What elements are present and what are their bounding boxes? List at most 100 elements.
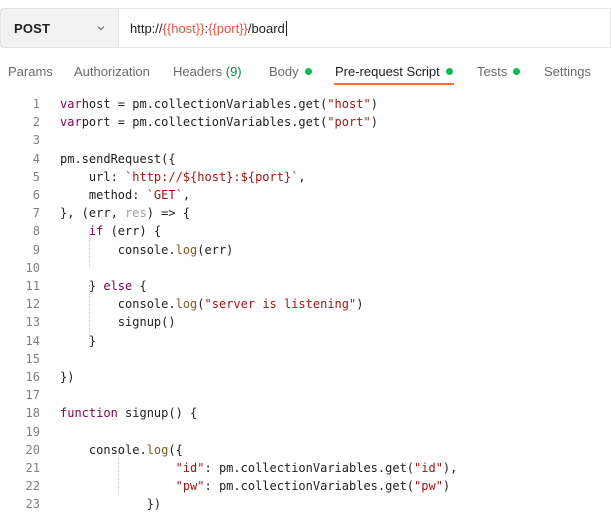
code-token: ({ [168,442,183,457]
code-token: (err) { [103,224,162,239]
tab-tests[interactable]: Tests [477,64,521,79]
status-dot-icon [304,68,312,75]
tab-label: Authorization [74,64,150,79]
code-token: }) [60,370,75,384]
code-line: console.log(err) [60,242,234,257]
status-dot-icon [513,68,521,75]
line-number: 21 [25,461,40,475]
code-token: "pw" [175,479,205,494]
code-line: } [60,334,96,348]
method-label: POST [14,21,51,36]
line-number: 7 [32,206,40,221]
tab-label: Body [269,64,299,79]
line-number: 13 [25,315,40,330]
line-number: 15 [25,351,40,366]
code-line: pm.sendRequest({ [60,152,176,166]
code-token: , [298,169,306,184]
line-number: 18 [25,406,40,421]
code-line: if (err) { [60,224,161,238]
code-token: ) [370,115,378,130]
url-input[interactable]: http://{{host}}:{{port}}/board [118,8,611,48]
code-line: function signup() { [60,406,197,420]
tab-body[interactable]: Body [269,64,312,79]
code-token: port = pm.collectionVariables.get( [81,115,328,130]
active-tab-indicator [334,83,454,85]
code-token: `GET` [146,188,183,202]
code-line: varport = pm.collectionVariables.get("po… [60,115,378,129]
code-token: `http://${host}:${port}` [125,169,299,184]
tab-settings[interactable]: Settings [544,64,591,79]
script-editor[interactable]: 1 varhost = pm.collectionVariables.get("h… [0,94,611,517]
url-variable: {{host}} [162,21,205,36]
code-line: url: `http://${host}:${port}`, [60,170,306,184]
chevron-down-icon [97,26,105,31]
code-token: (err) [197,242,234,257]
line-number: 11 [25,279,40,293]
code-token: var [60,115,82,130]
code-line: }) [60,497,161,511]
line-number: 10 [25,260,40,275]
code-token: host = pm.collectionVariables.get( [81,97,328,111]
url-text: http://{{host}}:{{port}}/board [130,21,287,36]
line-number: 16 [25,370,40,384]
code-line: signup() [60,315,176,329]
code-token: ) [356,297,364,312]
line-number: 22 [25,479,40,494]
code-token: } [60,333,97,348]
code-token: console. [60,297,176,312]
line-number: 5 [32,169,40,184]
code-token: "pw" [414,479,443,494]
code-token: "server is listening" [204,297,357,312]
tab-label: Headers [173,64,223,79]
code-token: log [175,297,198,312]
code-line: "id": pm.collectionVariables.get("id"), [60,461,458,475]
code-token: signup() { [117,406,198,421]
code-token: ( [197,297,205,312]
code-token: pm.sendRequest({ [60,151,176,166]
line-number: 9 [32,242,40,257]
line-number: 23 [25,497,40,512]
tab-params[interactable]: Params [8,64,53,79]
code-token: , [182,188,191,202]
code-token: console. [60,442,147,457]
tab-authorization[interactable]: Authorization [74,64,150,79]
code-line: console.log("server is listening") [60,297,364,312]
code-line: method: `GET`, [60,188,190,202]
text-caret [285,21,287,36]
code-token: function [60,406,118,421]
code-token: } [60,279,104,293]
tab-pre-request-script[interactable]: Pre-request Script [335,64,453,79]
tab-count-badge: (9) [222,64,242,79]
code-line: varhost = pm.collectionVariables.get("ho… [60,97,378,111]
code-token: "port" [327,115,371,130]
code-token: log [146,442,169,457]
url-segment: http:// [130,21,163,36]
code-token: ) [442,479,451,494]
request-url-bar: POST http://{{host}}:{{port}}/board [0,8,611,48]
request-tabs: Params Authorization Headers (9) Body Pre-re… [0,60,611,90]
line-number: 19 [25,424,40,439]
line-number: 2 [32,115,40,130]
code-token: console. [60,242,176,257]
code-token: ) [370,97,378,111]
code-token: "id" [414,461,443,475]
code-token: : pm.collectionVariables.get( [204,479,415,494]
url-segment: /board [247,21,285,36]
code-token: ), [442,461,458,475]
code-token: ) => { [146,206,191,221]
code-token: res [125,206,147,221]
tab-label: Pre-request Script [335,64,440,79]
code-token: var [60,97,82,111]
code-line: "pw": pm.collectionVariables.get("pw") [60,479,451,494]
code-line: }, (err, res) => { [60,206,190,220]
line-number: 6 [32,188,40,202]
method-selector[interactable]: POST [0,8,118,48]
code-token: log [175,242,198,257]
code-token: { [132,279,147,293]
tab-headers[interactable]: Headers (9) [173,64,242,79]
line-number: 4 [32,151,40,166]
line-number: 20 [25,442,40,457]
code-token: }) [60,497,162,512]
